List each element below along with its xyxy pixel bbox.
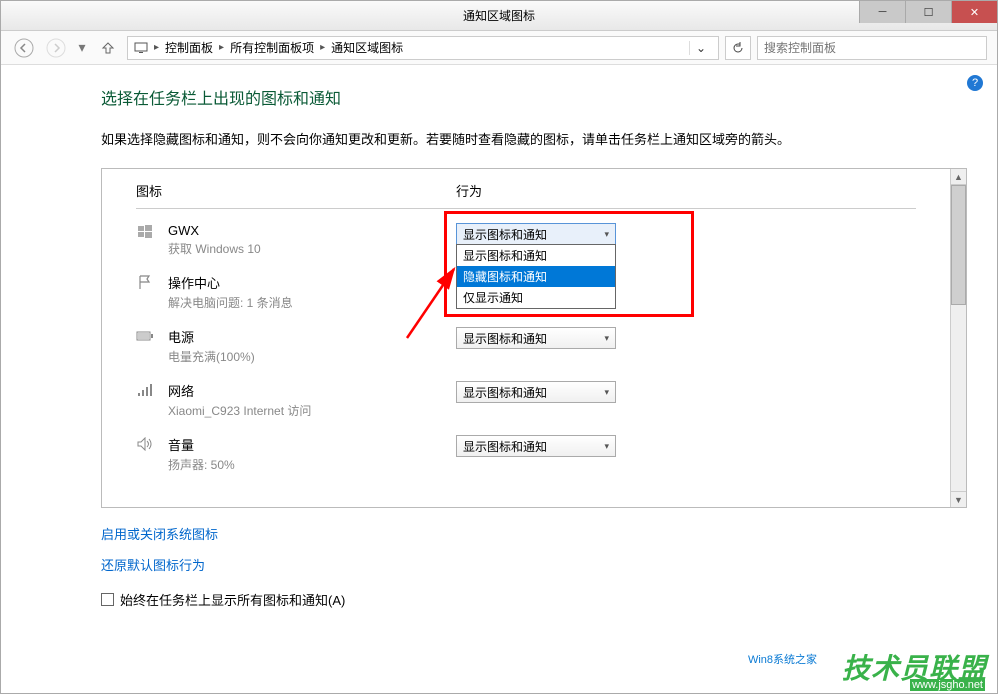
breadcrumb-separator: ▸ <box>215 42 228 53</box>
column-headers: 图标 行为 <box>136 181 916 209</box>
refresh-button[interactable] <box>725 36 751 60</box>
item-subtitle: 电量充满(100%) <box>168 348 255 365</box>
minimize-button[interactable]: ─ <box>859 1 905 23</box>
refresh-icon <box>731 41 745 55</box>
item-subtitle: 扬声器: 50% <box>168 456 235 473</box>
icon-list-box: 图标 行为 GWX 获取 Windows 10 显示图标和通知 <box>101 168 967 508</box>
forward-button[interactable] <box>43 35 69 61</box>
always-show-checkbox-row[interactable]: 始终在任务栏上显示所有图标和通知(A) <box>101 590 967 609</box>
behavior-dropdown: 显示图标和通知 隐藏图标和通知 仅显示通知 <box>456 244 616 309</box>
chevron-down-icon: ▾ <box>604 387 609 398</box>
windows-logo-icon <box>136 223 154 241</box>
dropdown-option[interactable]: 隐藏图标和通知 <box>457 266 615 287</box>
checkbox-label: 始终在任务栏上显示所有图标和通知(A) <box>120 590 345 609</box>
combo-value: 显示图标和通知 <box>463 330 547 347</box>
system-icons-link[interactable]: 启用或关闭系统图标 <box>101 524 218 543</box>
behavior-combo[interactable]: 显示图标和通知 ▾ <box>456 381 616 403</box>
back-button[interactable] <box>11 35 37 61</box>
item-title: 电源 <box>168 327 255 346</box>
watermark-site: www.jsgho.net <box>910 679 985 691</box>
window-controls: ─ ☐ ✕ <box>859 1 997 30</box>
watermark-text: Win8系统之家 <box>748 651 817 667</box>
battery-icon <box>136 327 154 345</box>
page-heading: 选择在任务栏上出现的图标和通知 <box>101 85 967 109</box>
combo-value: 显示图标和通知 <box>463 226 547 243</box>
dropdown-option[interactable]: 显示图标和通知 <box>457 245 615 266</box>
up-arrow-icon <box>100 40 116 56</box>
network-icon <box>136 381 154 399</box>
checkbox[interactable] <box>101 593 114 606</box>
breadcrumb-dropdown[interactable]: ⌄ <box>689 41 712 55</box>
scroll-down-button[interactable]: ▼ <box>951 491 966 507</box>
back-arrow-icon <box>14 38 34 58</box>
item-title: GWX <box>168 223 261 238</box>
behavior-combo[interactable]: 显示图标和通知 ▾ <box>456 327 616 349</box>
item-title: 音量 <box>168 435 235 454</box>
breadcrumb-item[interactable]: 所有控制面板项 <box>230 39 314 56</box>
window-title: 通知区域图标 <box>463 7 535 24</box>
item-title: 操作中心 <box>168 273 293 292</box>
volume-icon <box>136 435 154 453</box>
monitor-icon <box>134 41 148 55</box>
close-button[interactable]: ✕ <box>951 1 997 23</box>
scrollbar[interactable]: ▲ ▼ <box>950 169 966 507</box>
restore-defaults-link[interactable]: 还原默认图标行为 <box>101 555 205 574</box>
behavior-combo[interactable]: 显示图标和通知 ▾ <box>456 223 616 245</box>
breadcrumb-item[interactable]: 控制面板 <box>165 39 213 56</box>
up-button[interactable] <box>95 35 121 61</box>
scroll-up-button[interactable]: ▲ <box>951 169 966 185</box>
chevron-down-icon: ▾ <box>604 333 609 344</box>
item-subtitle: 解决电脑问题: 1 条消息 <box>168 294 293 311</box>
search-input[interactable] <box>757 36 987 60</box>
nav-bar: ▾ ▸ 控制面板 ▸ 所有控制面板项 ▸ 通知区域图标 ⌄ <box>1 31 997 65</box>
recent-dropdown[interactable]: ▾ <box>75 35 89 61</box>
chevron-down-icon: ▾ <box>604 229 609 240</box>
item-subtitle: 获取 Windows 10 <box>168 240 261 257</box>
item-subtitle: Xiaomi_C923 Internet 访问 <box>168 402 311 419</box>
combo-value: 显示图标和通知 <box>463 384 547 401</box>
behavior-combo[interactable]: 显示图标和通知 ▾ <box>456 435 616 457</box>
list-item: 音量 扬声器: 50% 显示图标和通知 ▾ <box>136 435 916 473</box>
column-header-behavior: 行为 <box>456 181 482 200</box>
forward-arrow-icon <box>46 38 66 58</box>
flag-icon <box>136 273 154 291</box>
page-description: 如果选择隐藏图标和通知，则不会向你通知更改和更新。若要随时查看隐藏的图标，请单击… <box>101 129 967 148</box>
list-item: 电源 电量充满(100%) 显示图标和通知 ▾ <box>136 327 916 365</box>
list-item: GWX 获取 Windows 10 显示图标和通知 ▾ 显示图标和通知 隐藏图标… <box>136 223 916 257</box>
help-icon[interactable]: ? <box>967 75 983 91</box>
breadcrumb[interactable]: ▸ 控制面板 ▸ 所有控制面板项 ▸ 通知区域图标 ⌄ <box>127 36 719 60</box>
breadcrumb-separator: ▸ <box>316 42 329 53</box>
chevron-down-icon: ▾ <box>604 441 609 452</box>
breadcrumb-item[interactable]: 通知区域图标 <box>331 39 403 56</box>
content-area: ? 选择在任务栏上出现的图标和通知 如果选择隐藏图标和通知，则不会向你通知更改和… <box>1 65 997 693</box>
title-bar: 通知区域图标 ─ ☐ ✕ <box>1 1 997 31</box>
list-item: 网络 Xiaomi_C923 Internet 访问 显示图标和通知 ▾ <box>136 381 916 419</box>
maximize-button[interactable]: ☐ <box>905 1 951 23</box>
column-header-icon: 图标 <box>136 181 456 200</box>
item-title: 网络 <box>168 381 311 400</box>
combo-value: 显示图标和通知 <box>463 438 547 455</box>
scroll-thumb[interactable] <box>951 185 966 305</box>
dropdown-option[interactable]: 仅显示通知 <box>457 287 615 308</box>
breadcrumb-separator: ▸ <box>150 42 163 53</box>
